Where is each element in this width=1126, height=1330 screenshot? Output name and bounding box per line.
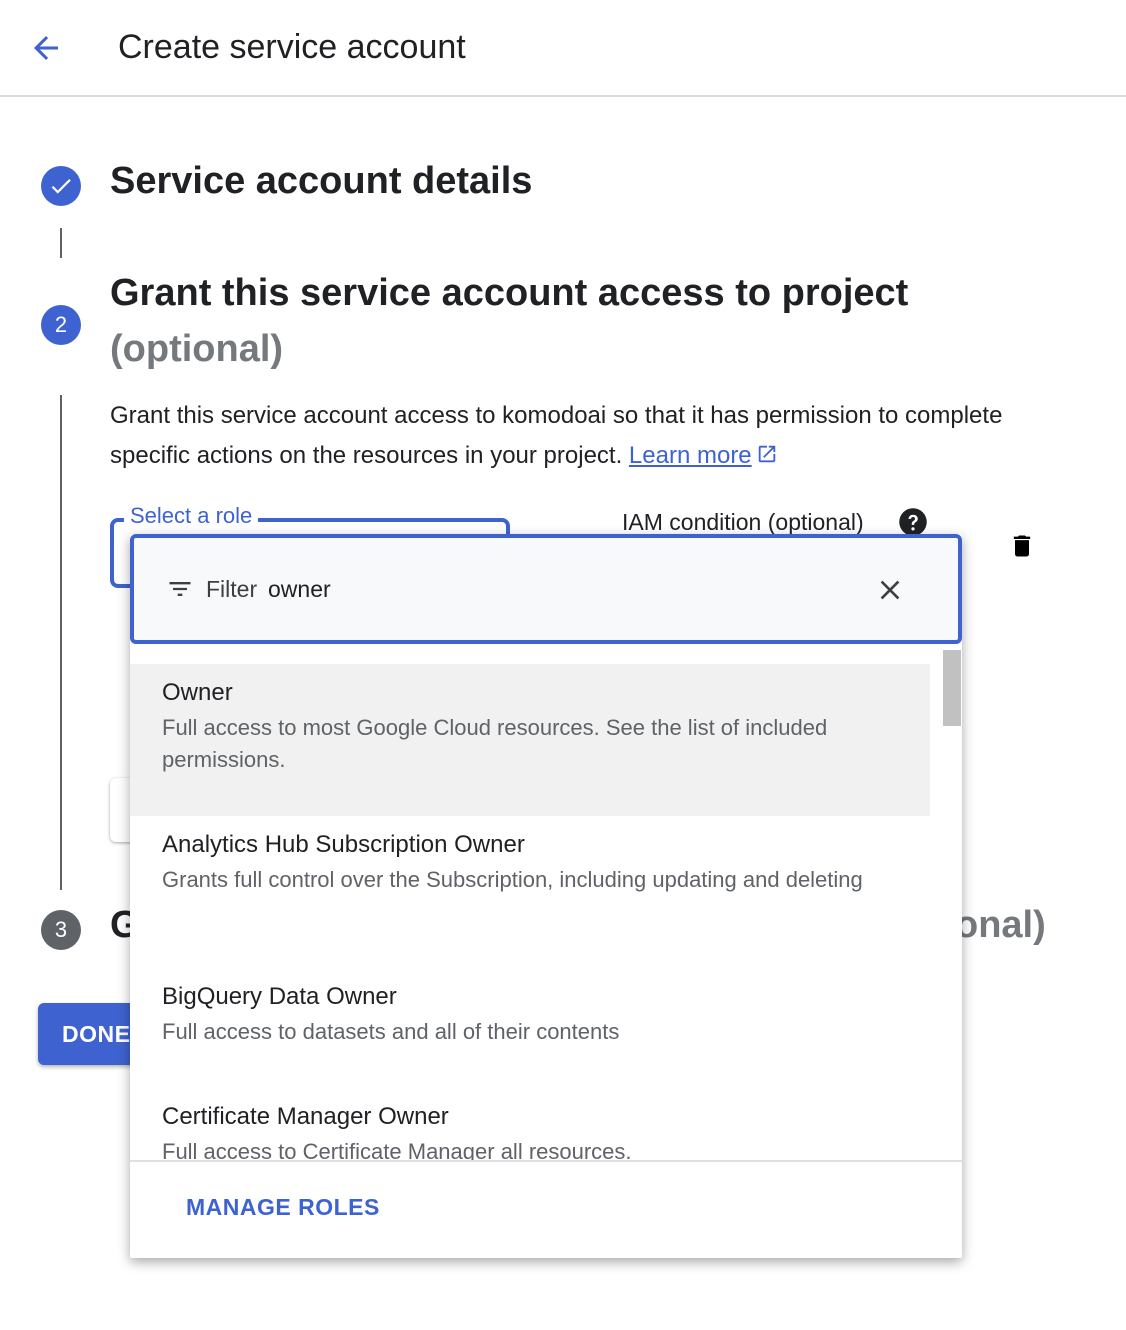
help-icon[interactable] [898, 507, 928, 537]
step-2-description: Grant this service account access to kom… [110, 396, 1010, 476]
step-connector [60, 228, 62, 258]
step-2-indicator: 2 [41, 305, 81, 345]
step-1-complete-indicator [41, 166, 81, 206]
option-description: Full access to most Google Cloud resourc… [162, 715, 828, 772]
list-item[interactable]: Analytics Hub Subscription Owner Grants … [130, 816, 930, 968]
close-icon[interactable] [874, 574, 906, 606]
filter-label: Filter [206, 576, 258, 602]
step-connector [60, 395, 62, 890]
list-item[interactable]: Owner Full access to most Google Cloud r… [130, 664, 930, 816]
step-3-optional-label: onal) [955, 904, 1046, 946]
list-item[interactable]: BigQuery Data Owner Full access to datas… [130, 968, 930, 1088]
learn-more-link[interactable]: Learn more [629, 442, 752, 469]
step-2-optional-label: (optional) [110, 328, 284, 370]
option-title: Owner [162, 679, 233, 706]
step-3-indicator: 3 [41, 910, 81, 950]
filter-icon [169, 582, 191, 596]
external-link-icon[interactable] [756, 443, 778, 465]
back-button[interactable] [22, 26, 70, 70]
option-title: Certificate Manager Owner [162, 1103, 449, 1130]
option-title: Analytics Hub Subscription Owner [162, 831, 525, 858]
option-description: Grants full control over the Subscriptio… [162, 867, 863, 892]
page-title: Create service account [118, 28, 466, 66]
filter-value[interactable]: owner [268, 576, 331, 603]
role-options-list[interactable]: Owner Full access to most Google Cloud r… [130, 650, 942, 1160]
description-text: Grant this service account access to kom… [110, 402, 1003, 469]
list-item[interactable]: Certificate Manager Owner Full access to… [130, 1088, 930, 1160]
manage-roles-button[interactable]: MANAGE ROLES [186, 1194, 380, 1221]
iam-condition-label[interactable]: IAM condition (optional) [622, 509, 864, 536]
divider [130, 1160, 962, 1162]
option-description: Full access to datasets and all of their… [162, 1019, 620, 1044]
scrollbar[interactable] [942, 650, 962, 1160]
option-title: BigQuery Data Owner [162, 983, 397, 1010]
trash-icon[interactable] [1008, 530, 1036, 562]
step-1-title[interactable]: Service account details [110, 160, 532, 203]
role-select-label: Select a role [124, 503, 259, 529]
check-icon [51, 179, 71, 194]
arrow-back-icon [34, 36, 58, 60]
scrollbar-thumb[interactable] [943, 650, 961, 726]
step-2-title: Grant this service account access to pro… [110, 272, 909, 314]
option-description: Full access to Certificate Manager all r… [162, 1139, 632, 1160]
